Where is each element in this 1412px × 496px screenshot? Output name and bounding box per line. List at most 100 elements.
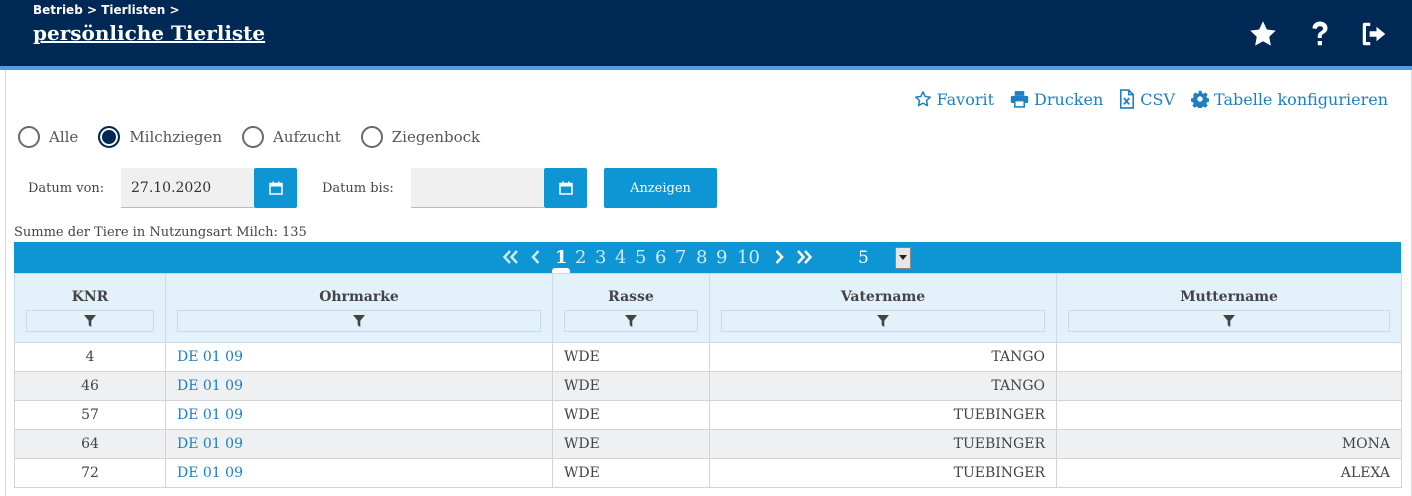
cell-vatername: TUEBINGER	[709, 400, 1057, 430]
star-icon[interactable]	[1247, 18, 1279, 50]
logout-icon[interactable]	[1358, 18, 1390, 50]
cell-ohrmarke: DE 01 09	[165, 342, 553, 372]
ohrmarke-link[interactable]: DE 01 09	[177, 436, 243, 452]
page-link[interactable]: 1	[555, 247, 568, 269]
csv-link[interactable]: CSV	[1119, 89, 1175, 109]
cell-rasse: WDE	[552, 342, 710, 372]
ohrmarke-link[interactable]: DE 01 09	[177, 407, 243, 423]
cell-rasse: WDE	[552, 371, 710, 401]
filter-icon	[353, 315, 365, 327]
radio-button[interactable]	[360, 126, 383, 148]
column-filter[interactable]	[721, 310, 1045, 332]
column-header-ohrmarke: Ohrmarke	[165, 273, 553, 343]
cell-ohrmarke: DE 01 09	[165, 400, 553, 430]
drucken-label: Drucken	[1034, 89, 1104, 109]
cell-knr: 72	[14, 458, 166, 488]
printer-icon	[1010, 91, 1029, 108]
ohrmarke-link[interactable]: DE 01 09	[177, 465, 243, 481]
column-filter[interactable]	[564, 310, 698, 332]
radio-button[interactable]	[18, 126, 40, 148]
column-filter[interactable]	[177, 310, 541, 332]
column-header-knr: KNR	[14, 273, 166, 343]
cell-vatername: TANGO	[709, 342, 1057, 372]
cell-muttername	[1056, 400, 1402, 430]
app-header: Betrieb > Tierlisten > persönliche Tierl…	[0, 0, 1412, 66]
page-size-dropdown[interactable]	[895, 247, 911, 269]
column-title[interactable]: Rasse	[564, 289, 698, 305]
next-page-icon[interactable]	[773, 249, 785, 265]
first-page-icon[interactable]	[502, 249, 520, 265]
radio-aufzucht[interactable]: Aufzucht	[242, 126, 341, 148]
page-link[interactable]: 9	[716, 247, 727, 269]
cell-vatername: TUEBINGER	[709, 458, 1057, 488]
date-to-calendar-button[interactable]	[544, 168, 587, 208]
page-link[interactable]: 2	[575, 247, 586, 269]
page-link[interactable]: 10	[737, 247, 760, 269]
drucken-link[interactable]: Drucken	[1010, 90, 1103, 109]
filter-icon	[84, 315, 96, 327]
table-row[interactable]: 57 DE 01 09 WDE TUEBINGER	[14, 400, 1402, 430]
tabelle-konfigurieren-link[interactable]: Tabelle konfigurieren	[1191, 90, 1388, 109]
filter-icon	[625, 315, 637, 327]
table-row[interactable]: 4 DE 01 09 WDE TANGO	[14, 342, 1402, 372]
column-filter[interactable]	[26, 310, 154, 332]
table-row[interactable]: 72 DE 01 09 WDE TUEBINGER ALEXA	[14, 458, 1402, 488]
favorit-label: Favorit	[936, 89, 995, 109]
anzeigen-button[interactable]: Anzeigen	[604, 168, 717, 208]
table-row[interactable]: 46 DE 01 09 WDE TANGO	[14, 371, 1402, 401]
ohrmarke-link[interactable]: DE 01 09	[177, 378, 243, 394]
tier-table: KNR Ohrmarke Rasse Vatername Muttername	[14, 273, 1402, 488]
date-from-input[interactable]	[121, 168, 254, 208]
radio-button[interactable]	[242, 126, 265, 148]
radio-label: Aufzucht	[273, 128, 341, 146]
date-from-label: Datum von:	[28, 181, 105, 196]
favorit-link[interactable]: Favorit	[914, 90, 994, 109]
page-link[interactable]: 5	[635, 247, 646, 269]
page-title[interactable]: persönliche Tierliste	[33, 21, 265, 45]
last-page-icon[interactable]	[795, 249, 813, 265]
table-toolbar: Favorit Drucken CSV Tabelle konfiguriere…	[914, 89, 1388, 109]
cell-ohrmarke: DE 01 09	[165, 458, 553, 488]
star-outline-icon	[914, 91, 931, 107]
summary-text: Summe der Tiere in Nutzungsart Milch: 13…	[14, 225, 307, 240]
page-link[interactable]: 3	[595, 247, 606, 269]
cell-knr: 64	[14, 429, 166, 459]
cell-knr: 4	[14, 342, 166, 372]
breadcrumb[interactable]: Betrieb > Tierlisten >	[33, 3, 180, 17]
radio-milchziegen[interactable]: Milchziegen	[98, 126, 222, 148]
page-link[interactable]: 7	[675, 247, 686, 269]
nutzungsart-radio-group: Alle Milchziegen Aufzucht Ziegenbock	[18, 126, 500, 148]
page-size-value[interactable]: 5	[858, 248, 869, 268]
breadcrumb-text[interactable]: Betrieb > Tierlisten >	[33, 3, 180, 17]
previous-page-icon[interactable]	[530, 249, 542, 265]
radio-ziegenbock[interactable]: Ziegenbock	[360, 126, 480, 148]
cell-rasse: WDE	[552, 429, 710, 459]
date-from-calendar-button[interactable]	[254, 168, 297, 208]
help-icon[interactable]	[1304, 18, 1336, 50]
cell-muttername	[1056, 342, 1402, 372]
calendar-icon	[558, 181, 573, 195]
ohrmarke-link[interactable]: DE 01 09	[177, 349, 243, 365]
page-link[interactable]: 4	[615, 247, 626, 269]
csv-file-icon	[1120, 89, 1135, 109]
csv-label: CSV	[1140, 89, 1176, 109]
date-to-input[interactable]	[411, 168, 544, 208]
column-header-muttername: Muttername	[1056, 273, 1402, 343]
radio-label: Alle	[49, 128, 79, 146]
cell-muttername: MONA	[1056, 429, 1402, 459]
konfigurieren-label: Tabelle konfigurieren	[1214, 89, 1388, 109]
table-row[interactable]: 64 DE 01 09 WDE TUEBINGER MONA	[14, 429, 1402, 459]
column-title[interactable]: Muttername	[1068, 289, 1390, 305]
radio-alle[interactable]: Alle	[18, 126, 78, 148]
column-title[interactable]: Vatername	[721, 289, 1045, 305]
column-title[interactable]: Ohrmarke	[177, 289, 541, 305]
column-filter[interactable]	[1068, 310, 1390, 332]
filter-icon	[1223, 315, 1235, 327]
radio-button[interactable]	[98, 126, 121, 148]
cell-rasse: WDE	[552, 458, 710, 488]
cell-knr: 46	[14, 371, 166, 401]
page-link[interactable]: 6	[655, 247, 666, 269]
column-title[interactable]: KNR	[26, 289, 154, 305]
page-link[interactable]: 8	[696, 247, 707, 269]
column-header-vatername: Vatername	[709, 273, 1057, 343]
